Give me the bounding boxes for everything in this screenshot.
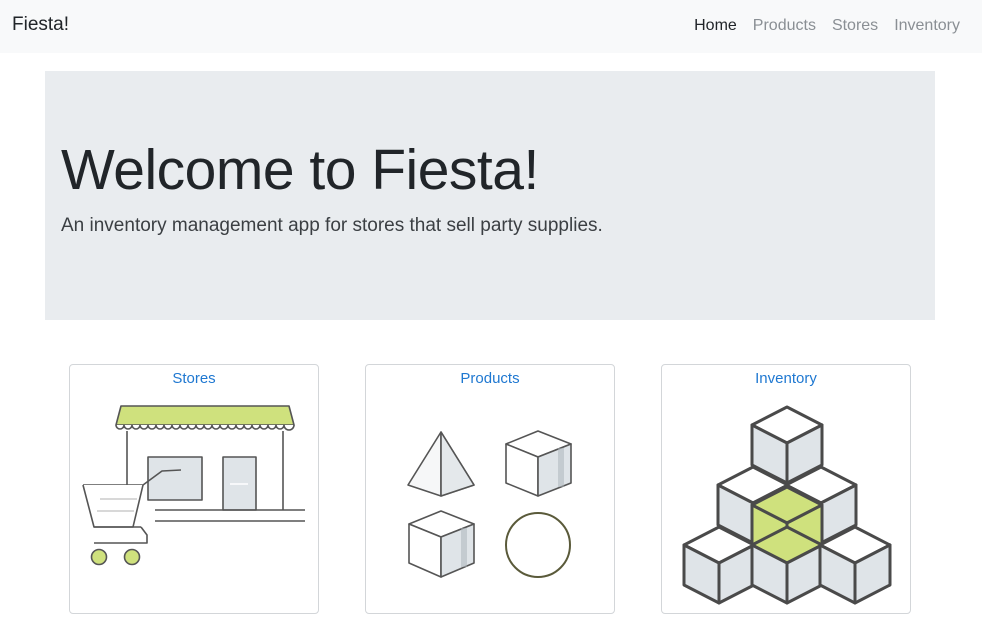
shapes-icon — [407, 430, 572, 578]
hero-subtitle: An inventory management app for stores t… — [61, 215, 603, 236]
products-card[interactable]: Products — [365, 364, 615, 614]
nav-link-inventory[interactable]: Inventory — [894, 17, 960, 35]
brand-link[interactable]: Fiesta! — [12, 14, 69, 36]
nav-links: Home Products Stores Inventory — [694, 17, 960, 35]
stores-card[interactable]: Stores — [69, 364, 319, 614]
nav-link-stores[interactable]: Stores — [832, 17, 878, 35]
nav-link-products[interactable]: Products — [753, 17, 816, 35]
storefront-cart-icon — [82, 405, 305, 566]
hero-title: Welcome to Fiesta! — [61, 138, 539, 202]
hero-jumbotron: Welcome to Fiesta! An inventory manageme… — [45, 71, 935, 320]
navbar: Fiesta! Home Products Stores Inventory — [0, 0, 982, 53]
nav-link-home[interactable]: Home — [694, 17, 737, 35]
stacked-cubes-icon — [682, 405, 892, 605]
inventory-card[interactable]: Inventory — [661, 364, 911, 614]
